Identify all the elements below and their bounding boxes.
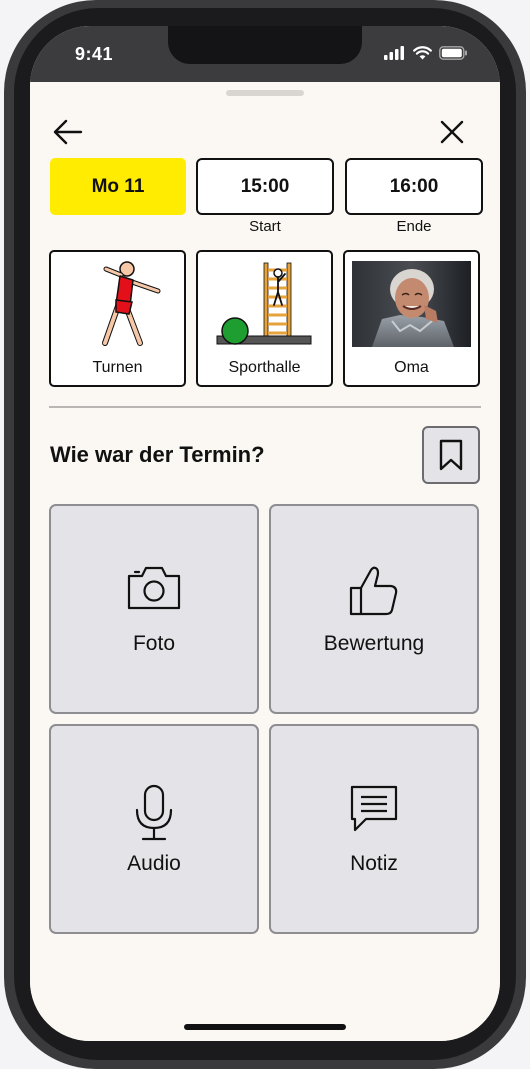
note-tile-label: Notiz — [350, 852, 398, 875]
section-divider — [49, 406, 481, 408]
volume-up-button — [4, 245, 10, 325]
gymnastics-pictogram — [58, 260, 177, 348]
status-bar: 9:41 — [30, 26, 500, 82]
start-time-field[interactable]: 15:00 — [196, 158, 334, 215]
person-card[interactable]: Oma — [343, 250, 480, 387]
back-button[interactable] — [46, 110, 90, 154]
microphone-icon — [135, 784, 173, 841]
status-icons — [384, 46, 468, 60]
screen: 9:41 Mo 11 15:00 16:00 Start Ende Turnen… — [30, 26, 500, 1041]
power-button — [520, 272, 526, 400]
note-tile[interactable]: Notiz — [269, 724, 479, 934]
person-label: Oma — [394, 359, 429, 376]
cellular-signal-icon — [384, 46, 404, 60]
status-time: 9:41 — [75, 44, 114, 64]
grandma-photo — [352, 260, 471, 348]
bookmark-button[interactable] — [422, 426, 480, 484]
appointment-sheet: Mo 11 15:00 16:00 Start Ende Turnen Spor… — [30, 82, 500, 1041]
photo-tile[interactable]: Foto — [49, 504, 259, 714]
rating-tile-label: Bewertung — [323, 632, 425, 655]
feedback-title: Wie war der Termin? — [50, 442, 265, 467]
bookmark-icon — [439, 439, 463, 471]
start-time-caption: Start — [249, 218, 281, 235]
volume-down-button — [4, 350, 10, 430]
wifi-icon — [413, 46, 432, 60]
close-button[interactable] — [430, 110, 474, 154]
thumbs-up-icon — [349, 566, 398, 616]
location-label: Sporthalle — [228, 359, 301, 376]
rating-tile[interactable]: Bewertung — [269, 504, 479, 714]
audio-tile-label: Audio — [127, 852, 181, 875]
note-icon — [350, 785, 398, 832]
activity-label: Turnen — [92, 359, 143, 376]
location-card[interactable]: Sporthalle — [196, 250, 333, 387]
notch — [168, 26, 362, 64]
close-icon — [440, 120, 464, 144]
date-chip[interactable]: Mo 11 — [50, 158, 186, 215]
battery-icon — [439, 46, 467, 60]
end-time-field[interactable]: 16:00 — [345, 158, 483, 215]
arrow-left-icon — [53, 119, 83, 145]
gym-hall-pictogram — [205, 260, 324, 348]
audio-tile[interactable]: Audio — [49, 724, 259, 934]
home-indicator[interactable] — [184, 1024, 346, 1030]
camera-icon — [127, 566, 181, 610]
sheet-grabber[interactable] — [226, 90, 304, 96]
activity-card[interactable]: Turnen — [49, 250, 186, 387]
photo-tile-label: Foto — [132, 632, 176, 655]
mute-switch — [4, 168, 10, 210]
end-time-caption: Ende — [396, 218, 432, 235]
